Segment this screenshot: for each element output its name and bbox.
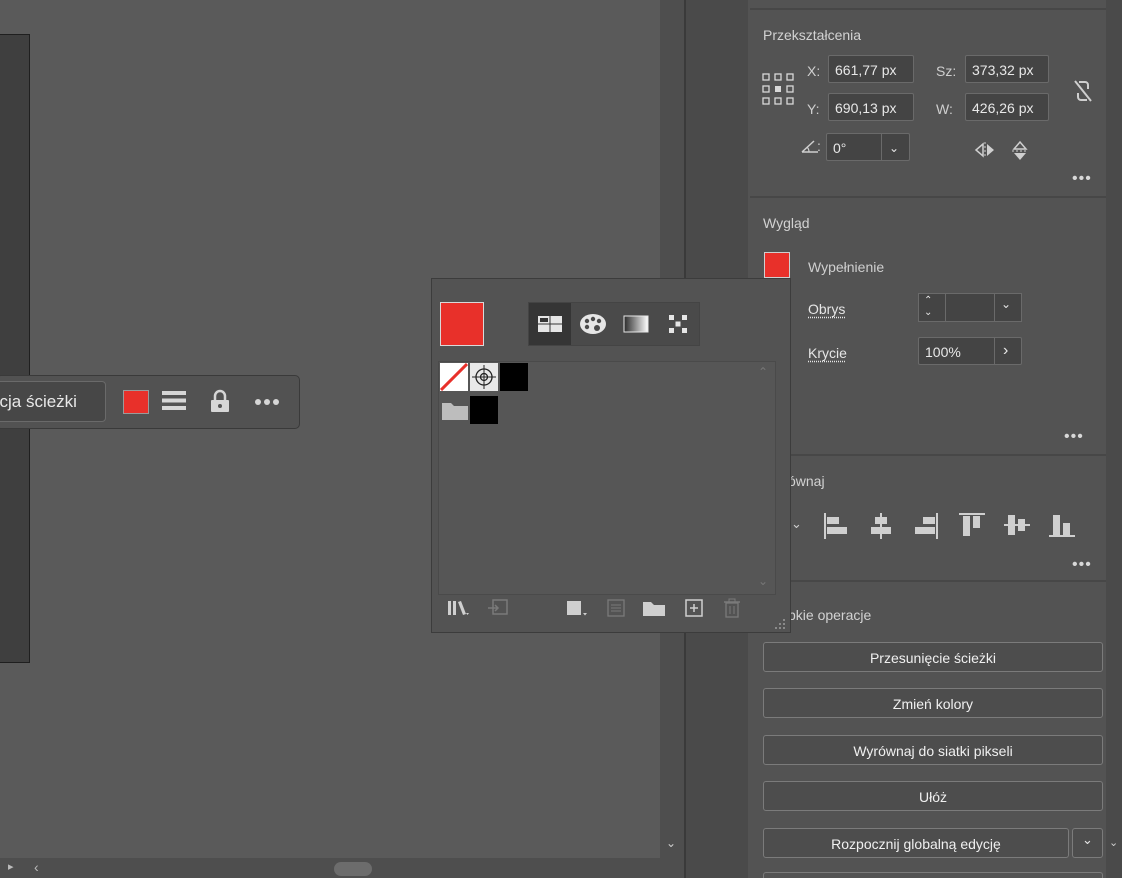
fill-color-swatch[interactable] [123, 390, 149, 414]
fill-swatch[interactable] [764, 252, 790, 278]
gradient-icon [623, 315, 649, 333]
chevron-down-icon[interactable]: ⌄ [889, 134, 899, 162]
height-label: W: [936, 101, 953, 117]
artboard[interactable] [0, 34, 30, 663]
list-scroll-up-icon[interactable]: ⌃ [758, 365, 768, 379]
stepper-down-icon[interactable]: ⌄ [924, 306, 932, 319]
scroll-right-small-icon[interactable]: ▸ [8, 860, 14, 873]
place-swatch-icon [485, 598, 511, 618]
opacity-field[interactable]: 100% › [918, 337, 1022, 365]
path-edit-button[interactable]: ycja ścieżki [0, 381, 106, 422]
delete-swatch-icon [719, 598, 745, 618]
section-title-quick-actions: bkie operacje [788, 607, 872, 623]
swatches-tab[interactable] [529, 303, 571, 345]
black-swatch[interactable] [500, 363, 528, 391]
swatch-type-tabs [528, 302, 700, 346]
swatches-grid-icon [538, 316, 562, 332]
section-title-appearance: Wygląd [763, 215, 810, 231]
appearance-more-icon[interactable]: ••• [1064, 428, 1084, 446]
horizontal-scroll-thumb[interactable] [334, 862, 372, 876]
field-separator [994, 338, 995, 364]
offset-path-button[interactable]: Przesunięcie ścieżki [763, 642, 1103, 672]
resize-grip-icon[interactable] [774, 618, 786, 630]
constrain-proportions-icon[interactable] [1072, 78, 1094, 104]
recolor-button[interactable]: Zmień kolory [763, 688, 1103, 718]
opacity-label[interactable]: Krycie [808, 345, 847, 361]
section-title-transform: Przekształcenia [763, 27, 862, 43]
align-right-icon[interactable] [913, 512, 939, 540]
align-horizontal-center-icon[interactable] [868, 512, 894, 540]
field-separator [945, 294, 946, 321]
pattern-icon [669, 315, 687, 333]
rotation-angle-value: 0° [833, 140, 847, 156]
scroll-left-icon[interactable]: ‹ [34, 859, 39, 875]
arrange-button[interactable]: Ułóż [763, 781, 1103, 811]
swatch-group-folder-icon[interactable] [441, 399, 469, 421]
registration-swatch[interactable] [470, 363, 498, 391]
align-more-icon[interactable]: ••• [1072, 556, 1092, 574]
x-position-field[interactable]: 661,77 px [828, 55, 914, 83]
pattern-tab[interactable] [657, 303, 699, 345]
section-divider [750, 8, 1106, 10]
reference-point-icon[interactable] [762, 73, 794, 105]
flip-vertical-icon[interactable] [1011, 140, 1029, 162]
stroke-weight-field[interactable]: ⌃ ⌄ ⌄ [918, 293, 1022, 322]
black-group-swatch[interactable] [470, 396, 498, 424]
opacity-value: 100% [925, 344, 961, 360]
swatch-libraries-icon[interactable] [446, 598, 472, 618]
transform-more-icon[interactable]: ••• [1072, 170, 1092, 188]
fill-label: Wypełnienie [808, 259, 885, 275]
y-label: Y: [807, 101, 820, 117]
start-global-edit-button[interactable]: Rozpocznij globalną edycję [763, 828, 1069, 858]
align-top-icon[interactable] [958, 512, 986, 538]
new-color-group-icon[interactable] [641, 598, 667, 618]
section-divider [750, 580, 1106, 582]
x-label: X: [807, 63, 821, 79]
lock-icon[interactable] [209, 389, 231, 413]
flip-horizontal-icon[interactable] [974, 141, 996, 159]
list-scroll-down-icon[interactable]: ⌄ [758, 574, 768, 588]
width-label: Sz: [936, 63, 957, 79]
new-swatch-icon[interactable] [681, 598, 707, 618]
properties-scrollbar[interactable]: ⌄ [1106, 0, 1122, 878]
current-fill-swatch[interactable] [440, 302, 484, 346]
width-field[interactable]: 373,32 px [965, 55, 1049, 83]
align-to-pixel-grid-button[interactable]: Wyrównaj do siatki pikseli [763, 735, 1103, 765]
rotation-angle-field[interactable]: 0° ⌄ [826, 133, 910, 161]
palette-icon [580, 314, 606, 334]
scroll-down-icon[interactable]: ⌄ [666, 836, 676, 850]
scroll-down-icon[interactable]: ⌄ [1109, 836, 1118, 849]
section-title-align: ównaj [788, 473, 825, 489]
align-left-icon[interactable] [823, 512, 849, 540]
align-bottom-icon[interactable] [1048, 512, 1076, 538]
swatch-options-icon [603, 598, 629, 618]
color-tab[interactable] [572, 303, 614, 345]
gradient-tab[interactable] [615, 303, 657, 345]
field-separator [881, 134, 882, 160]
stroke-lines-icon[interactable] [161, 390, 187, 412]
more-options-icon[interactable] [254, 398, 280, 406]
align-vertical-center-icon[interactable] [1003, 512, 1031, 538]
field-separator [994, 294, 995, 321]
next-button-partial[interactable] [763, 872, 1103, 878]
none-swatch[interactable] [440, 363, 468, 391]
section-divider [750, 196, 1106, 198]
chevron-down-icon[interactable]: ⌄ [1001, 297, 1011, 311]
align-to-chevron-icon[interactable]: ⌄ [791, 516, 802, 532]
angle-colon: : [817, 138, 821, 154]
show-kind-menu-icon[interactable] [564, 598, 590, 618]
chevron-right-icon[interactable]: › [1003, 337, 1008, 365]
global-edit-dropdown-button[interactable]: ⌄ [1072, 828, 1103, 858]
stroke-label[interactable]: Obrys [808, 301, 845, 317]
height-field[interactable]: 426,26 px [965, 93, 1049, 121]
y-position-field[interactable]: 690,13 px [828, 93, 914, 121]
section-divider [750, 454, 1106, 456]
